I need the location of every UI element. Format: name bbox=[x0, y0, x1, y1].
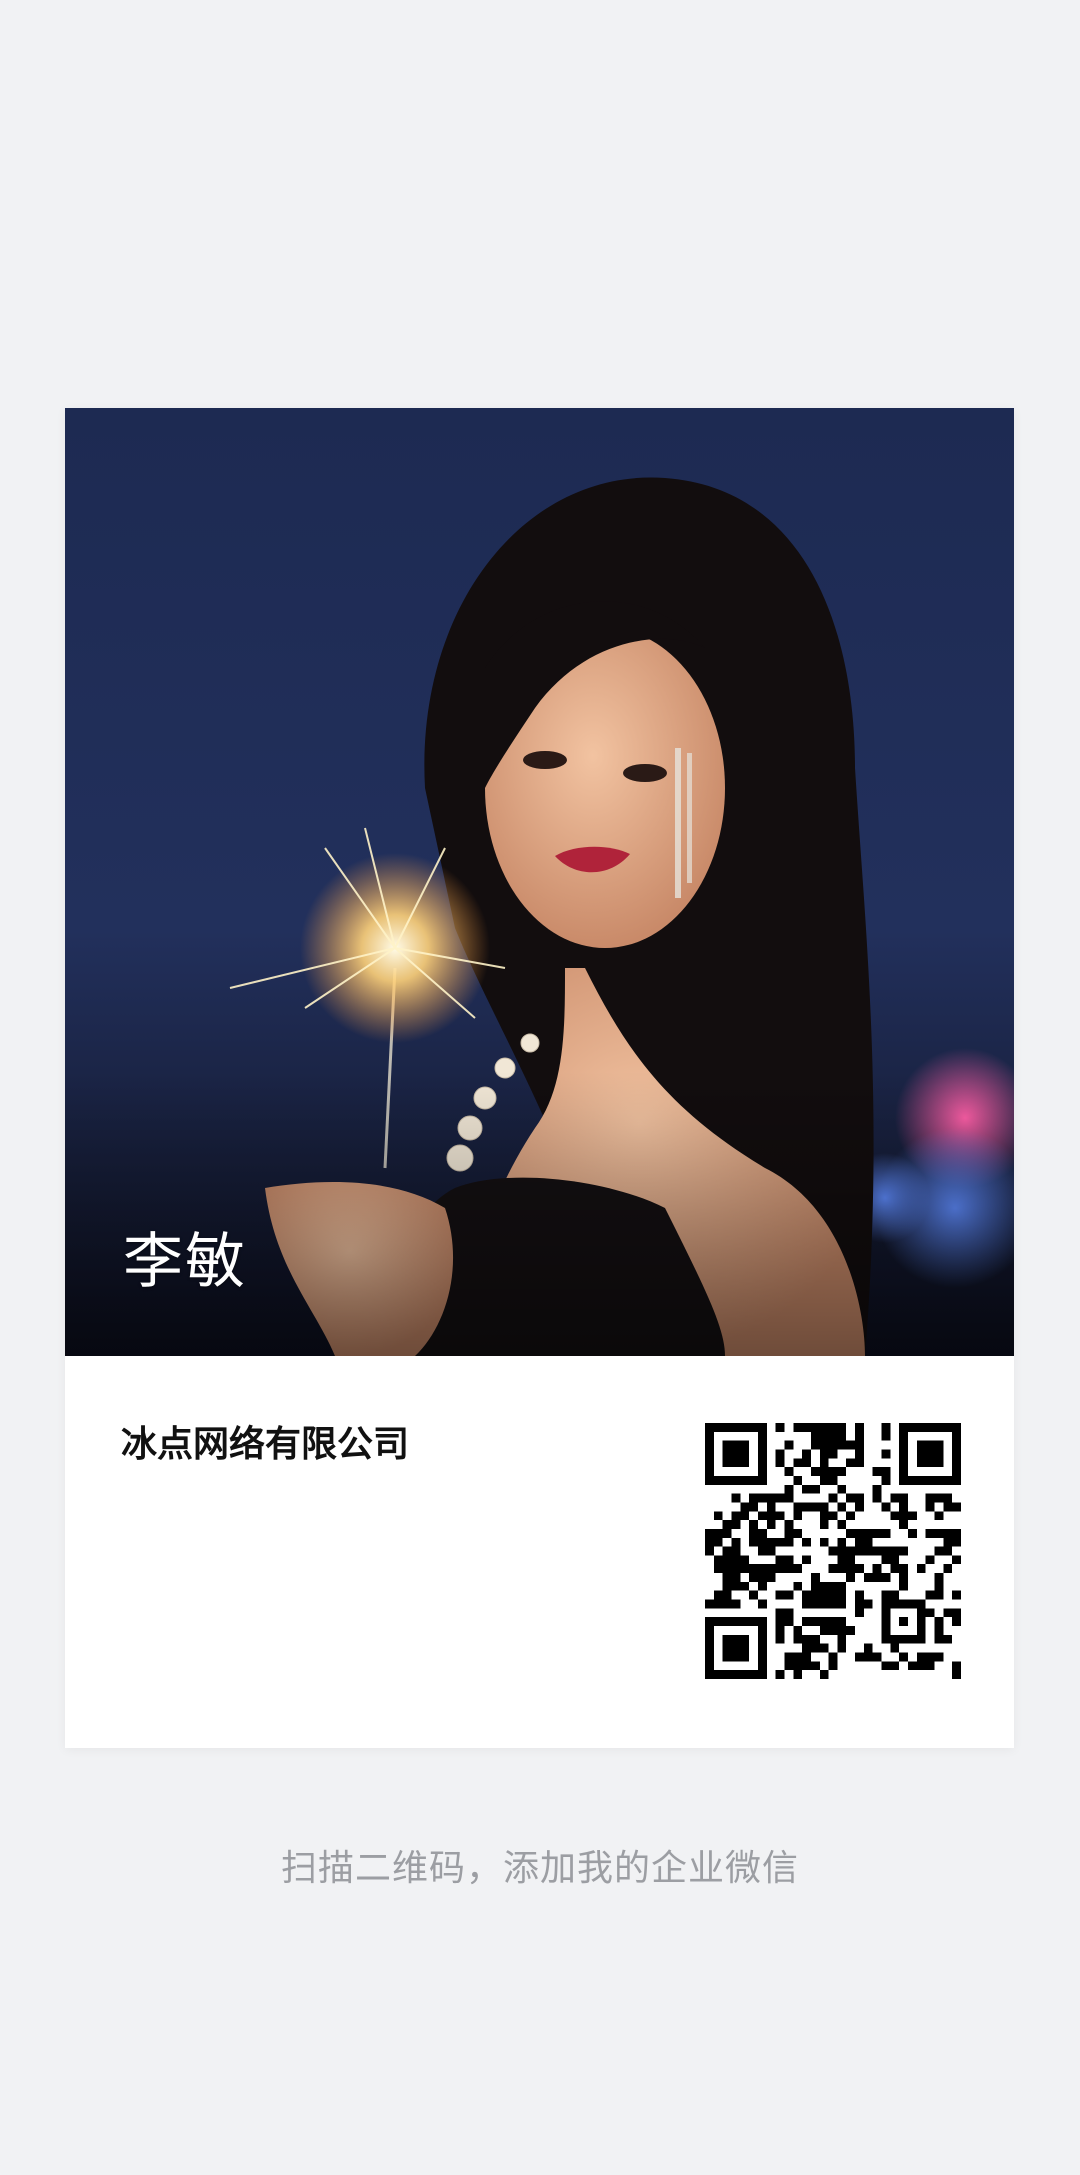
profile-photo: 李敏 bbox=[65, 408, 1014, 1356]
screen: 李敏 冰点网络有限公司 扫描二维码，添加我的企业微信 bbox=[0, 0, 1080, 2175]
business-card[interactable]: 李敏 冰点网络有限公司 bbox=[65, 408, 1014, 1748]
company-name: 冰点网络有限公司 bbox=[121, 1424, 410, 1465]
scan-instruction: 扫描二维码，添加我的企业微信 bbox=[280, 1848, 799, 1889]
contact-name: 李敏 bbox=[123, 1227, 247, 1297]
qr-code-icon[interactable] bbox=[705, 1423, 961, 1679]
